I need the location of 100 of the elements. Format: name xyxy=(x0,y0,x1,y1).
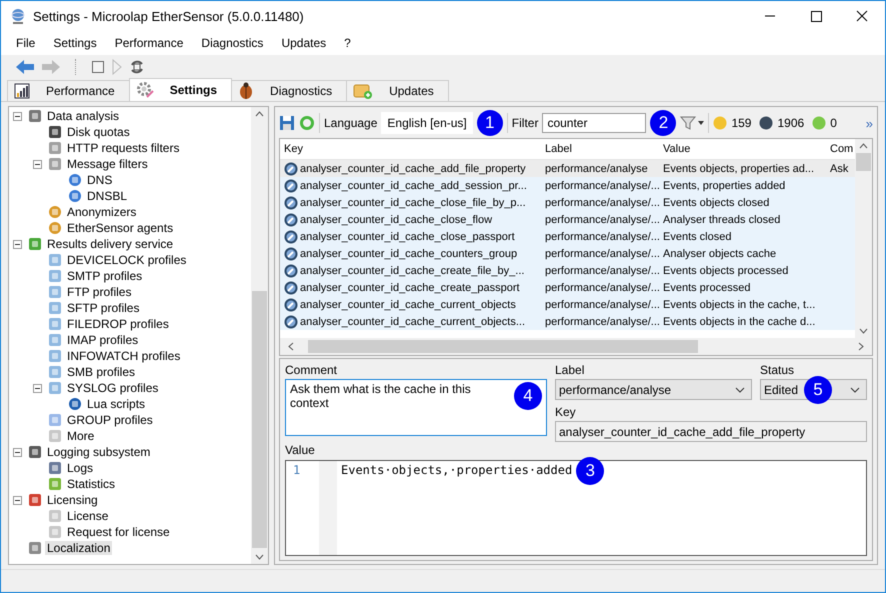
more-chevron[interactable]: » xyxy=(866,116,873,130)
tree-item[interactable]: GROUP profiles xyxy=(65,413,155,427)
expander-icon[interactable] xyxy=(13,448,22,456)
bar-chart-icon xyxy=(14,83,30,99)
table-row[interactable]: analyser_counter_id_cache_close_file_by_p... performance/analyse/... Events objects closed xyxy=(280,194,855,211)
table-cell-text: performance/analyse/... xyxy=(544,316,658,328)
expander-icon[interactable] xyxy=(13,112,22,120)
tree-item[interactable]: DNSBL xyxy=(85,189,130,203)
label-dropdown[interactable]: performance/analyse xyxy=(555,379,752,400)
table-row[interactable]: analyser_counter_id_cache_add_session_pr... performance/analyse/... Events, properties added xyxy=(280,177,855,194)
menu-item[interactable]: Performance xyxy=(106,34,192,52)
scrollbar[interactable] xyxy=(855,139,872,338)
window-title: Settings - Microolap EtherSensor (5.0.0.11480) xyxy=(33,8,304,24)
menu-item[interactable]: ? xyxy=(335,34,360,52)
key-label: Key xyxy=(555,405,577,419)
save-icon[interactable] xyxy=(279,115,295,131)
table-row[interactable]: analyser_counter_id_cache_close_flow performance/analyse/... Analyser threads closed xyxy=(280,211,855,228)
tab[interactable]: Performance xyxy=(7,80,130,101)
table-cell-text: performance/analyse/... xyxy=(544,180,658,192)
node-icon xyxy=(47,220,63,236)
key-field[interactable]: analyser_counter_id_cache_add_file_property xyxy=(555,421,867,442)
compass-icon xyxy=(284,162,298,176)
scrollbar[interactable] xyxy=(280,338,872,355)
callout-marker: 1 xyxy=(476,110,503,136)
expander-icon[interactable] xyxy=(13,496,22,504)
scrollbar[interactable] xyxy=(251,107,268,564)
table-cell-text: performance/analyse/... xyxy=(544,298,658,310)
tree-item[interactable]: Licensing xyxy=(45,493,100,507)
menu-item[interactable]: Diagnostics xyxy=(192,34,272,52)
tree-item[interactable]: Logs xyxy=(65,461,96,475)
scroll-thumb[interactable] xyxy=(308,340,698,353)
tree-item[interactable]: Statistics xyxy=(65,477,118,491)
language-dropdown[interactable]: English [en-us] xyxy=(381,112,473,134)
tree-item[interactable]: More xyxy=(65,429,96,443)
node-icon xyxy=(27,492,43,508)
table-cell-text: analyser_counter_id_cache_counters_group xyxy=(299,248,518,260)
table-cell-text: analyser_counter_id_cache_create_passport xyxy=(299,282,521,294)
value-editor[interactable]: 1 Events·objects,·properties·added 3 xyxy=(285,460,867,556)
tree-item[interactable]: Disk quotas xyxy=(65,125,132,139)
tree-item[interactable]: SFTP profiles xyxy=(65,301,142,315)
tree-item[interactable]: Data analysis xyxy=(45,109,122,123)
compass-icon xyxy=(284,196,298,210)
table-cell-text: Analyser objects cache xyxy=(662,248,778,260)
table-cell-text: performance/analyse/... xyxy=(544,230,658,242)
tab[interactable]: Diagnostics xyxy=(231,80,348,101)
code-line: Events·objects,·properties·added xyxy=(340,462,574,479)
table-row[interactable]: analyser_counter_id_cache_create_file_by_... performance/analyse/... Events objects processed xyxy=(280,262,855,279)
menu-item[interactable]: File xyxy=(7,34,44,52)
table-cell-text: analyser_counter_id_cache_close_flow xyxy=(299,214,494,226)
tree-item[interactable]: Request for license xyxy=(65,525,172,539)
tree-item[interactable]: DEVICELOCK profiles xyxy=(65,253,188,267)
table-row[interactable]: analyser_counter_id_cache_add_file_property performance/analyse Events objects, properties ad... Ask xyxy=(280,160,855,177)
filter-field[interactable]: counter xyxy=(542,113,646,133)
expander-icon[interactable] xyxy=(33,384,42,392)
scroll-thumb[interactable] xyxy=(856,153,871,171)
tree-item[interactable]: SMB profiles xyxy=(65,365,138,379)
comment-field[interactable]: Ask them what is the cache in this context 4 xyxy=(285,379,547,436)
menu-item[interactable]: Settings xyxy=(44,34,106,52)
tree-item[interactable]: IMAP profiles xyxy=(65,333,140,347)
tree-item[interactable]: License xyxy=(65,509,110,523)
tree-item[interactable]: Results delivery service xyxy=(45,237,176,251)
table-cell-text: Events, properties added xyxy=(662,180,786,192)
tree-item[interactable]: SMTP profiles xyxy=(65,269,144,283)
tree-item[interactable]: DNS xyxy=(85,173,114,187)
column-header[interactable]: Label xyxy=(540,143,658,155)
tree-item[interactable]: EtherSensor agents xyxy=(65,221,176,235)
tree-item[interactable]: Logging subsystem xyxy=(45,445,152,459)
table-row[interactable]: analyser_counter_id_cache_close_passport performance/analyse/... Events closed xyxy=(280,228,855,245)
tree-item[interactable]: Lua scripts xyxy=(85,397,148,411)
table-row[interactable]: analyser_counter_id_cache_current_objects performance/analyse/... Events objects in the cache, t... xyxy=(280,296,855,313)
tree-item[interactable]: FILEDROP profiles xyxy=(65,317,171,331)
table-cell-text: performance/analyse/... xyxy=(544,214,658,226)
tab[interactable]: Updates xyxy=(346,80,449,101)
tab[interactable]: Settings xyxy=(128,78,232,101)
tree-item[interactable]: Message filters xyxy=(65,157,150,171)
back-arrow-icon[interactable] xyxy=(15,59,35,75)
node-icon xyxy=(47,140,63,156)
tree-item[interactable]: HTTP requests filters xyxy=(65,141,182,155)
table-row[interactable]: analyser_counter_id_cache_current_objects... performance/analyse/... Events objects in the cache d... xyxy=(280,313,855,330)
column-header[interactable]: Com xyxy=(826,143,855,155)
compass-icon xyxy=(284,314,298,328)
stop-icon[interactable] xyxy=(91,60,105,74)
menu-item[interactable]: Updates xyxy=(272,34,336,52)
column-header[interactable]: Key xyxy=(280,143,540,155)
table-row[interactable]: analyser_counter_id_cache_counters_group performance/analyse/... Analyser objects cache xyxy=(280,245,855,262)
comment-label: Comment xyxy=(285,363,338,377)
tree-item[interactable]: Anonymizers xyxy=(65,205,138,219)
tree-item[interactable]: FTP profiles xyxy=(65,285,134,299)
expander-icon[interactable] xyxy=(33,160,42,168)
table-cell-text: analyser_counter_id_cache_current_objects xyxy=(299,298,517,310)
column-header[interactable]: Value xyxy=(658,143,826,155)
callout-marker: 3 xyxy=(576,457,604,485)
tree-item[interactable]: Localization xyxy=(45,541,112,555)
tree-item[interactable]: INFOWATCH profiles xyxy=(65,349,182,363)
refresh-icon[interactable] xyxy=(129,59,145,75)
table-row[interactable]: analyser_counter_id_cache_create_passport performance/analyse/... Events processed xyxy=(280,279,855,296)
funnel-icon[interactable] xyxy=(680,115,704,131)
expander-icon[interactable] xyxy=(13,240,22,248)
scroll-thumb[interactable] xyxy=(252,291,267,548)
tree-item[interactable]: SYSLOG profiles xyxy=(65,381,160,395)
